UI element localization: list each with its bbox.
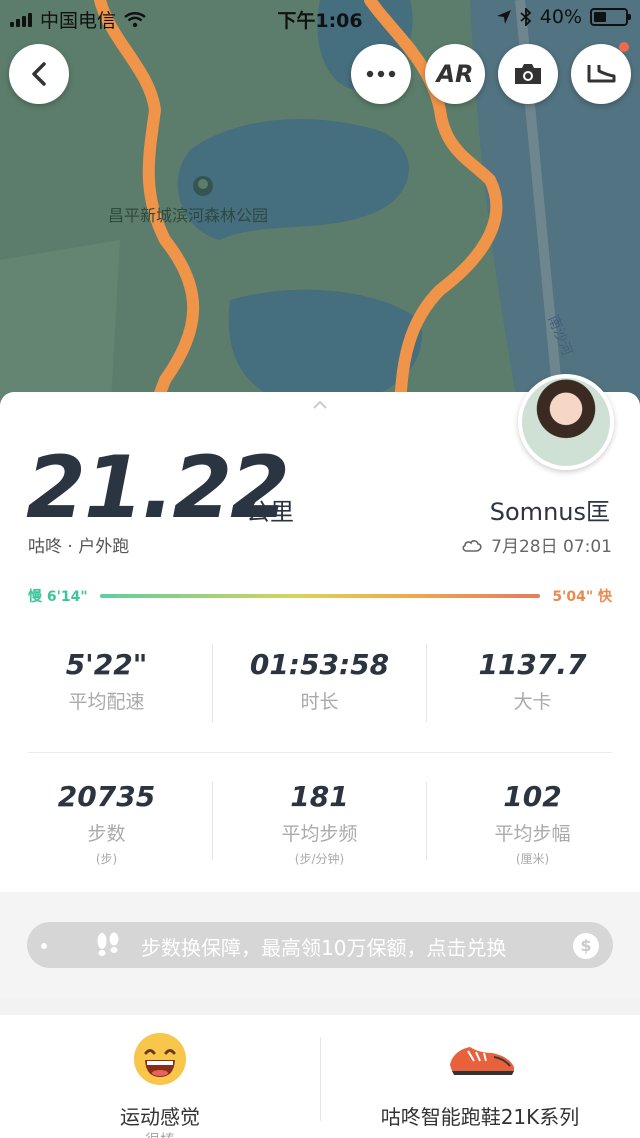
- chevron-up-icon[interactable]: [312, 400, 328, 410]
- back-button[interactable]: [9, 44, 69, 104]
- activity-type: 咕咚 · 户外跑: [28, 537, 130, 557]
- map-poi-label: 昌平新城滨河森林公园: [108, 206, 269, 225]
- bottom-cards: 运动感觉 很棒 咕咚智能跑鞋21K系列: [0, 1015, 640, 1138]
- status-right: 40%: [496, 6, 631, 28]
- smart-shoe-card[interactable]: 咕咚智能跑鞋21K系列: [320, 1015, 640, 1138]
- stat-value: 01:53:58: [249, 648, 390, 681]
- running-shoe-icon: [450, 1047, 514, 1075]
- stat-label: 时长: [300, 691, 339, 713]
- stat-value: 20735: [57, 780, 156, 813]
- promo-text: 步数换保障，最高领10万保额，点击兑换: [141, 936, 507, 960]
- exercise-feeling-title: 运动感觉: [120, 1105, 200, 1129]
- chevron-left-icon: [32, 62, 46, 86]
- exercise-feeling-value: 很棒: [0, 1129, 320, 1138]
- distance-unit: 公里: [246, 498, 294, 526]
- stat-calories: 1137.7 大卡: [426, 648, 639, 714]
- decor-dot: [591, 943, 597, 949]
- stat-unit: (步/分钟): [294, 852, 345, 866]
- location-arrow-icon: [496, 10, 511, 24]
- stat-label: 步数: [87, 823, 126, 845]
- stat-label: 平均配速: [68, 691, 145, 713]
- battery-percent: 40%: [539, 6, 582, 28]
- pace-slow-label: 慢 6'14": [28, 589, 88, 605]
- step-insurance-banner[interactable]: 步数换保障，最高领10万保额，点击兑换 $: [27, 922, 613, 968]
- ar-button[interactable]: AR: [425, 44, 485, 104]
- pace-fast-label: 5'04" 快: [552, 589, 612, 605]
- stat-value: 181: [290, 780, 349, 813]
- more-button[interactable]: [351, 44, 411, 104]
- username[interactable]: Somnus匡: [490, 492, 610, 527]
- avatar[interactable]: [518, 374, 614, 470]
- weather-icon: [462, 539, 482, 552]
- stat-steps: 20735 步数 (步): [0, 780, 213, 867]
- battery-icon: [590, 8, 631, 26]
- stat-divider: [426, 782, 427, 860]
- notification-dot: [619, 42, 629, 52]
- stat-label: 平均步频: [281, 823, 358, 845]
- footprints-icon: [97, 932, 119, 956]
- pace-gradient-line: [100, 594, 540, 598]
- more-dots-icon: [366, 70, 396, 78]
- stat-divider: [426, 644, 427, 722]
- datetime-text: 7月28日 07:01: [491, 537, 612, 557]
- bluetooth-icon: [520, 8, 532, 26]
- shoe-icon: [587, 65, 616, 83]
- stat-unit: (厘米): [515, 852, 550, 866]
- stat-stride: 102 平均步幅 (厘米): [426, 780, 639, 867]
- stat-avg-pace: 5'22" 平均配速: [0, 648, 213, 714]
- stat-duration: 01:53:58 时长: [213, 648, 426, 714]
- ar-label: AR: [436, 60, 474, 88]
- stat-value: 102: [503, 780, 562, 813]
- pace-range-bar: 慢 6'14" 5'04" 快: [28, 586, 612, 606]
- laughing-emoji-icon: [134, 1033, 186, 1085]
- stat-unit: (步): [95, 852, 118, 866]
- stat-divider: [212, 782, 213, 860]
- stat-divider: [212, 644, 213, 722]
- stats-row-divider: [28, 752, 612, 753]
- stat-label: 大卡: [513, 691, 552, 713]
- run-datetime: 7月28日 07:01: [461, 532, 612, 557]
- exercise-feeling-card[interactable]: 运动感觉 很棒: [0, 1015, 320, 1138]
- promo-section: 步数换保障，最高领10万保额，点击兑换 $: [0, 893, 640, 999]
- shoe-button[interactable]: [571, 42, 631, 104]
- smart-shoe-title: 咕咚智能跑鞋21K系列: [380, 1105, 580, 1129]
- stat-value: 5'22": [65, 648, 148, 681]
- decor-dot: [41, 943, 47, 949]
- camera-icon: [515, 64, 541, 84]
- camera-button[interactable]: [498, 44, 558, 104]
- stat-value: 1137.7: [478, 648, 587, 681]
- status-bar: 中国电信 下午1:06 40%: [0, 0, 640, 36]
- stat-label: 平均步幅: [494, 823, 571, 845]
- stat-cadence: 181 平均步频 (步/分钟): [213, 780, 426, 867]
